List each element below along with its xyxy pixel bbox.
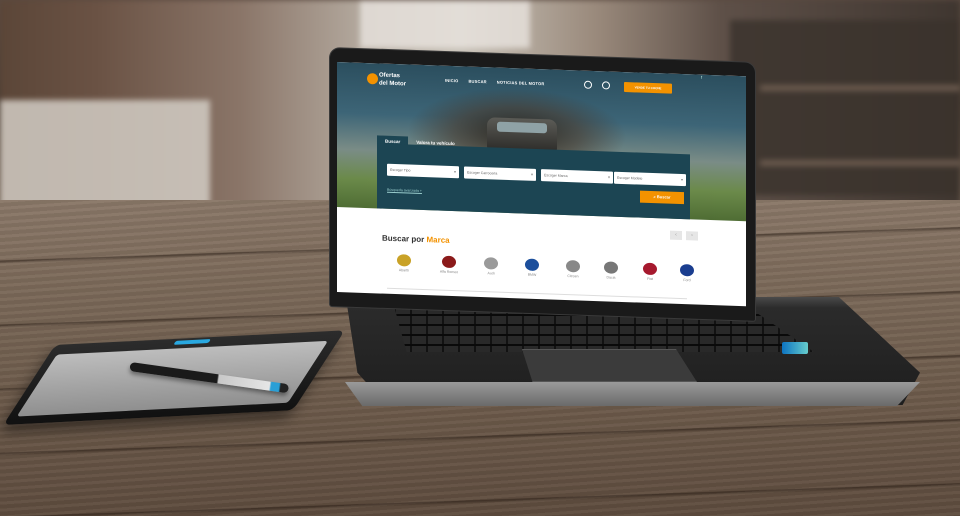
brand-label: BMW xyxy=(527,272,537,277)
brand-logo-icon xyxy=(397,254,411,267)
brand-logo-icon xyxy=(525,258,539,272)
search-submit-button[interactable]: ⌕ Buscar xyxy=(640,190,684,205)
wall-panel xyxy=(0,100,210,215)
brand-item-alfa-romeo[interactable]: Alfa Romeo xyxy=(437,255,461,274)
brands-prev-button[interactable]: ‹ xyxy=(670,230,682,241)
site-logo[interactable]: Ofertas del Motor xyxy=(367,71,407,92)
select-marca[interactable]: Escoger Marca ▾ xyxy=(541,169,613,184)
brand-item-abarth[interactable]: Abarth xyxy=(392,254,416,273)
brand-item-dacia[interactable]: Dacia xyxy=(599,261,623,280)
chevron-down-icon: ▾ xyxy=(453,169,456,175)
chevron-down-icon: ▾ xyxy=(607,174,610,180)
brand-label: Abarth xyxy=(398,268,410,273)
brand-logo-icon xyxy=(442,255,456,269)
brand-label: Fiat xyxy=(647,276,653,282)
chevron-down-icon: ▾ xyxy=(680,177,683,183)
brand-logo-icon xyxy=(680,263,694,277)
logo-text-line1: Ofertas xyxy=(379,72,401,80)
shelf-board xyxy=(760,85,960,91)
bookshelf xyxy=(730,20,960,195)
brand-label: Citroen xyxy=(567,274,579,279)
brand-label: Ford xyxy=(683,278,691,283)
photo-scene: Ofertas del Motor INICIO BUSCAR NOTICIAS… xyxy=(0,0,960,516)
brand-logo-icon xyxy=(566,259,580,273)
brands-heading: Buscar por Marca xyxy=(382,233,450,245)
brand-logo-icon xyxy=(484,257,498,270)
brand-item-audi[interactable]: Audi xyxy=(479,257,503,276)
brands-next-button[interactable]: › xyxy=(686,231,698,241)
brand-logo-icon xyxy=(604,261,618,274)
nav-noticias[interactable]: NOTICIAS DEL MOTOR xyxy=(497,80,545,87)
window-light xyxy=(360,0,530,48)
nav-buscar[interactable]: BUSCAR xyxy=(468,79,486,85)
user-icon[interactable] xyxy=(584,80,592,89)
globe-icon[interactable] xyxy=(602,81,610,90)
select-carroceria[interactable]: Escoger Carrocería ▾ xyxy=(464,166,536,181)
chevron-down-icon: ▾ xyxy=(530,171,533,177)
laptop-trackpad xyxy=(522,349,697,382)
logo-text-line2: del Motor xyxy=(379,80,406,88)
tablet-led xyxy=(173,339,212,345)
brand-item-bmw[interactable]: BMW xyxy=(520,258,544,277)
main-nav: INICIO BUSCAR NOTICIAS DEL MOTOR xyxy=(445,78,544,86)
laptop-sticker xyxy=(782,342,808,354)
facebook-icon[interactable]: f xyxy=(701,75,702,80)
select-tipo[interactable]: Escoger Tipo ▾ xyxy=(387,163,459,179)
offroad-car-image xyxy=(487,117,557,152)
brand-logo-icon xyxy=(643,262,657,276)
laptop-screen: Ofertas del Motor INICIO BUSCAR NOTICIAS… xyxy=(337,62,746,307)
brand-label: Dacia xyxy=(606,275,616,280)
logo-badge-icon xyxy=(367,73,378,85)
brand-label: Alfa Romeo xyxy=(439,269,459,275)
shelf-board xyxy=(760,160,960,166)
nav-inicio[interactable]: INICIO xyxy=(445,78,458,83)
tablet-surface xyxy=(16,340,329,417)
brand-item-fiat[interactable]: Fiat xyxy=(638,262,662,282)
select-modelo[interactable]: Escoger Modelo ▾ xyxy=(614,171,686,187)
brand-item-citroen[interactable]: Citroen xyxy=(561,259,585,279)
sell-car-button[interactable]: VENDE TU COCHE xyxy=(624,82,672,94)
brand-label: Audi xyxy=(487,271,495,276)
laptop-rim xyxy=(345,382,920,406)
brand-item-ford[interactable]: Ford xyxy=(675,263,699,283)
